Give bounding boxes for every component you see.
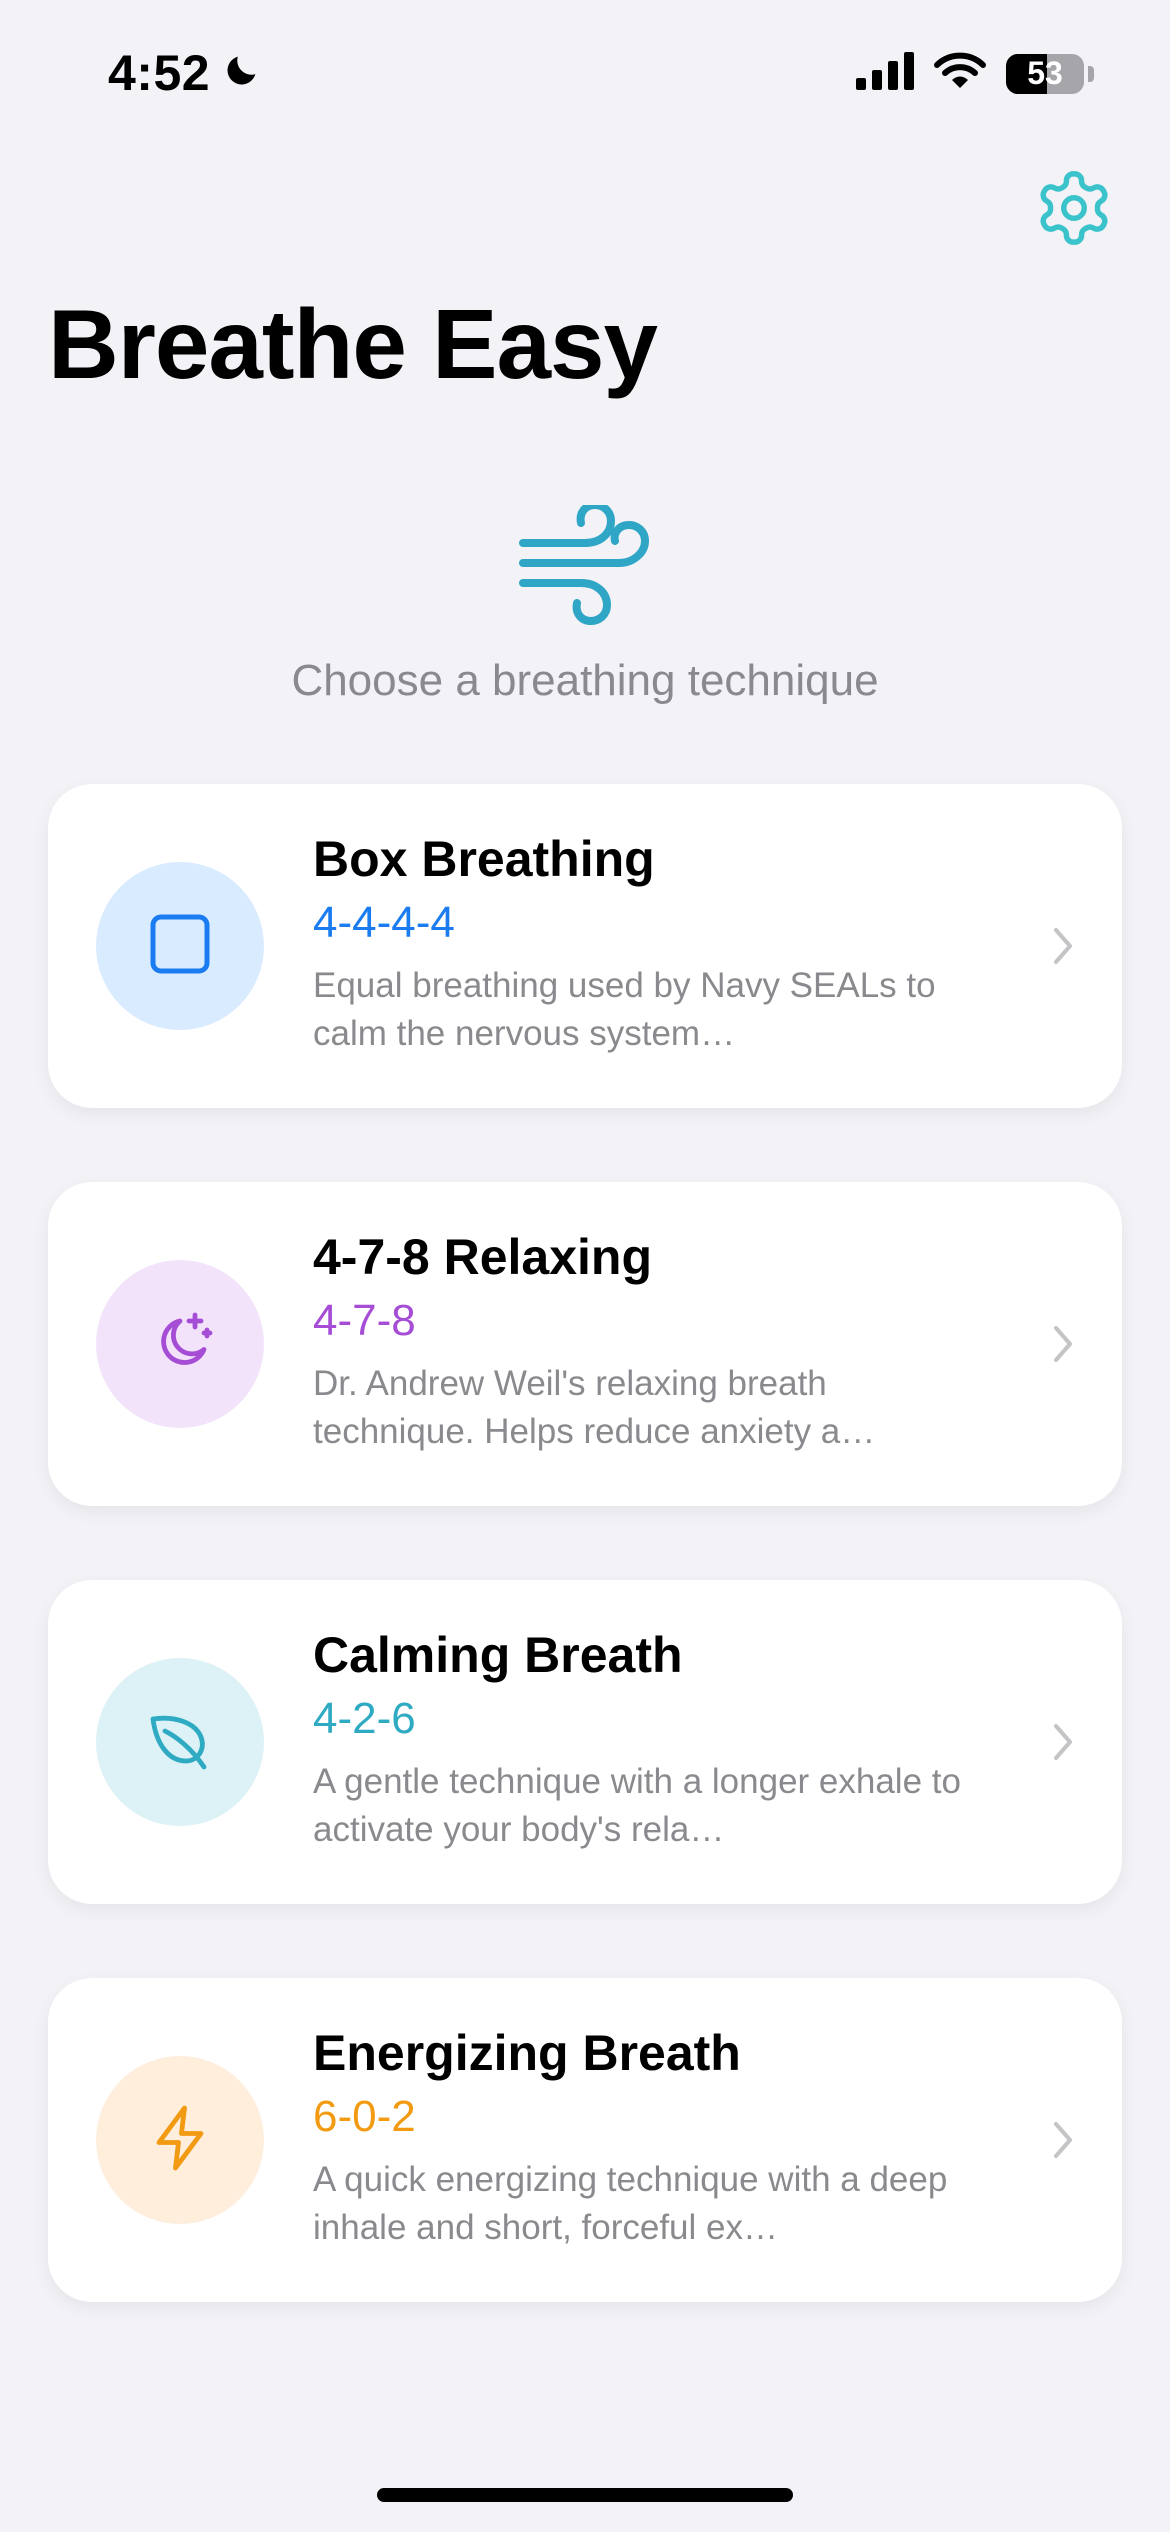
technique-body: Energizing Breath 6-0-2 A quick energizi… xyxy=(313,2024,963,2252)
technique-description: A gentle technique with a longer exhale … xyxy=(313,1762,961,1849)
page-title: Breathe Easy xyxy=(48,289,658,399)
status-indicators: 53 xyxy=(856,52,1094,95)
status-time-text: 4:52 xyxy=(108,45,211,101)
chevron-right-icon xyxy=(1050,2118,1078,2162)
technique-card-energizing-breath[interactable]: Energizing Breath 6-0-2 A quick energizi… xyxy=(48,1978,1122,2302)
technique-description: A quick energizing technique with a deep… xyxy=(313,2160,948,2247)
technique-pattern: 4-2-6 xyxy=(313,1694,416,1743)
technique-icon-circle xyxy=(96,862,264,1030)
bolt-icon xyxy=(144,2102,216,2179)
technique-body: 4-7-8 Relaxing 4-7-8 Dr. Andrew Weil's r… xyxy=(313,1228,963,1456)
battery-icon: 53 xyxy=(1006,53,1084,94)
moon-icon xyxy=(222,44,262,102)
status-time: 4:52 xyxy=(108,44,262,102)
technique-pattern: 4-4-4-4 xyxy=(313,898,455,947)
square-icon xyxy=(149,913,211,980)
technique-card-calming-breath[interactable]: Calming Breath 4-2-6 A gentle technique … xyxy=(48,1580,1122,1904)
settings-button[interactable] xyxy=(1030,166,1118,254)
technique-body: Box Breathing 4-4-4-4 Equal breathing us… xyxy=(313,830,963,1058)
technique-list: Box Breathing 4-4-4-4 Equal breathing us… xyxy=(48,784,1122,2376)
technique-description: Equal breathing used by Navy SEALs to ca… xyxy=(313,966,936,1053)
chevron-right-icon xyxy=(1050,1720,1078,1764)
technique-title: Energizing Breath xyxy=(313,2025,741,2081)
leaf-icon xyxy=(144,1704,216,1781)
technique-title: Calming Breath xyxy=(313,1627,683,1683)
technique-pattern: 4-7-8 xyxy=(313,1296,416,1345)
status-bar: 4:52 53 xyxy=(0,0,1170,150)
wifi-icon xyxy=(934,52,986,95)
chevron-right-icon xyxy=(1050,924,1078,968)
chevron-right-icon xyxy=(1050,1322,1078,1366)
battery-level: 53 xyxy=(1027,55,1063,91)
gear-icon xyxy=(1033,167,1115,254)
technique-icon-circle xyxy=(96,2056,264,2224)
subtitle: Choose a breathing technique xyxy=(291,656,879,705)
technique-title: 4-7-8 Relaxing xyxy=(313,1229,653,1285)
technique-description: Dr. Andrew Weil's relaxing breath techni… xyxy=(313,1364,876,1451)
moon-stars-icon xyxy=(144,1306,216,1383)
technique-icon-circle xyxy=(96,1658,264,1826)
technique-title: Box Breathing xyxy=(313,831,655,887)
home-indicator[interactable] xyxy=(377,2488,793,2502)
technique-card-4-7-8-relaxing[interactable]: 4-7-8 Relaxing 4-7-8 Dr. Andrew Weil's r… xyxy=(48,1182,1122,1506)
technique-pattern: 6-0-2 xyxy=(313,2092,416,2141)
battery-nub xyxy=(1088,65,1094,82)
technique-body: Calming Breath 4-2-6 A gentle technique … xyxy=(313,1626,963,1854)
technique-icon-circle xyxy=(96,1260,264,1428)
wind-icon xyxy=(515,500,655,626)
technique-card-box-breathing[interactable]: Box Breathing 4-4-4-4 Equal breathing us… xyxy=(48,784,1122,1108)
cellular-signal-icon xyxy=(856,52,914,95)
